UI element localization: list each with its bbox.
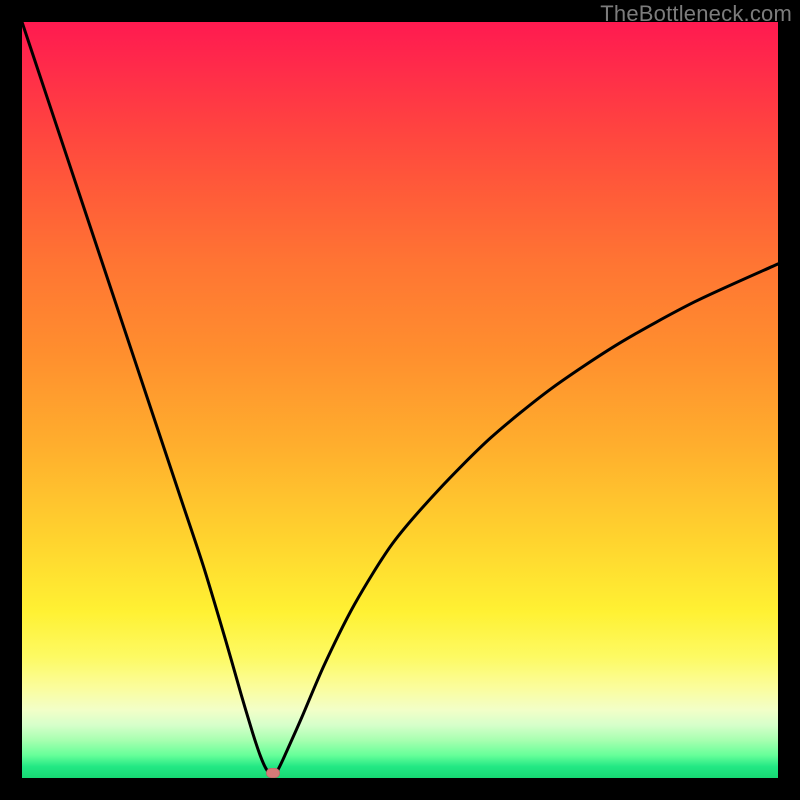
bottleneck-curve bbox=[22, 22, 778, 774]
curve-layer bbox=[22, 22, 778, 778]
plot-area bbox=[22, 22, 778, 778]
plot-frame bbox=[22, 22, 778, 778]
optimal-point-marker bbox=[266, 768, 280, 778]
